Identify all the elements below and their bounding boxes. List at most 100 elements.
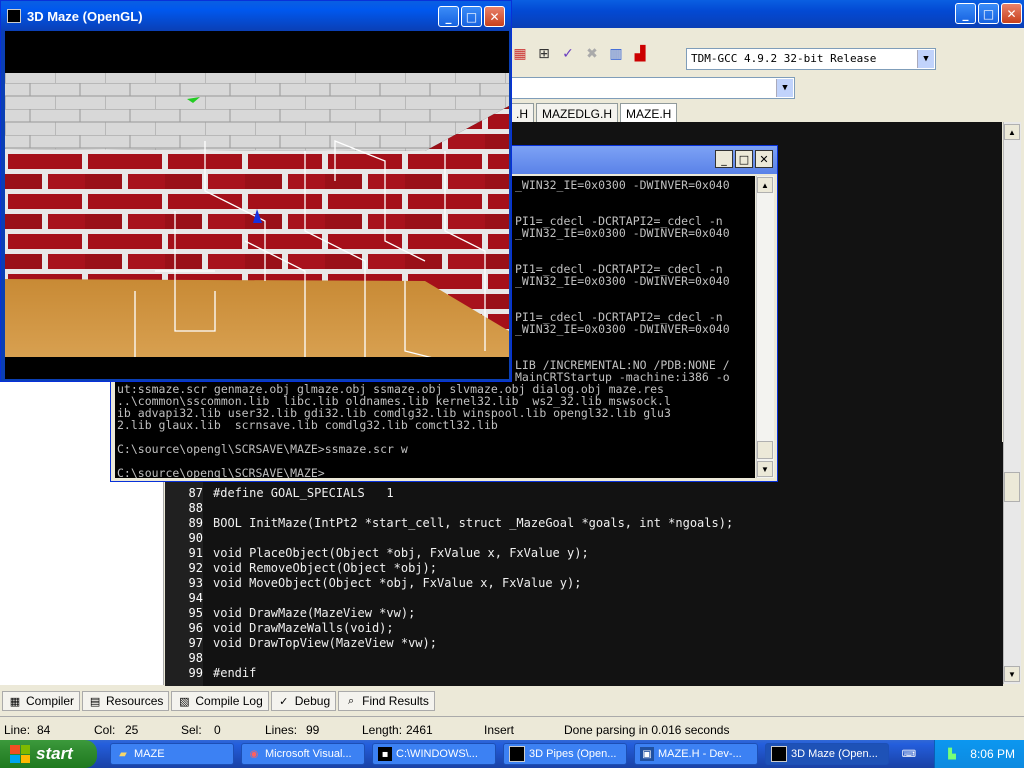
taskbar-item-console[interactable]: ▪ C:\WINDOWS\... <box>372 743 496 765</box>
ide-close-button[interactable]: ✕ <box>1001 3 1022 24</box>
maze-close-button[interactable]: ✕ <box>484 6 505 27</box>
line-number: 95 <box>165 606 203 621</box>
tab-debug[interactable]: ✓ Debug <box>270 691 337 711</box>
compiler-select-value: TDM-GCC 4.9.2 32-bit Release <box>691 52 877 65</box>
compiler-select[interactable]: TDM-GCC 4.9.2 32-bit Release ▼ <box>686 48 936 70</box>
status-sel-label: Sel: <box>181 723 202 737</box>
maze-maximize-button[interactable]: □ <box>461 6 482 27</box>
dev-cpp-icon: ▣ <box>640 747 654 761</box>
code-text: #define GOAL_SPECIALS 1 <box>213 486 394 500</box>
tab-mazedlg-h[interactable]: MAZEDLG.H <box>536 103 619 124</box>
ide-minimize-button[interactable]: _ <box>955 3 976 24</box>
chevron-down-icon[interactable]: ▼ <box>776 79 793 97</box>
maze-window-controls: _ □ ✕ <box>438 6 505 27</box>
folder-icon: ▰ <box>119 748 127 760</box>
resources-icon: ▤ <box>89 694 101 708</box>
taskbar-item-label: C:\WINDOWS\... <box>396 748 478 760</box>
profile-icon[interactable]: ▟ <box>630 44 650 64</box>
opengl-app-icon <box>7 9 21 23</box>
status-mode: Insert <box>484 723 515 737</box>
line-number: 89 <box>165 516 203 531</box>
taskbar-item-visual-studio[interactable]: ◉ Microsoft Visual... <box>241 743 365 765</box>
tab-resources[interactable]: ▤ Resources <box>82 691 170 711</box>
clock[interactable]: 8:06 PM <box>970 747 1015 761</box>
keyboard-icon[interactable]: ⌨ <box>902 747 916 761</box>
network-icon[interactable]: ▙ <box>945 747 959 761</box>
maze-window[interactable]: 3D Maze (OpenGL) _ □ ✕ <box>0 0 512 382</box>
ceiling <box>5 73 509 151</box>
console-line: _WIN32_IE=0x0300 -DWINVER=0x040 <box>515 178 730 192</box>
cross-icon[interactable]: ✖ <box>582 44 602 64</box>
maze-minimize-button[interactable]: _ <box>438 6 459 27</box>
taskbar-item-dev-cpp[interactable]: ▣ MAZE.H - Dev-... <box>634 743 758 765</box>
code-text: void RemoveObject(Object *obj); <box>213 561 437 575</box>
console-prompt: C:\source\opengl\SCRSAVE\MAZE> <box>117 466 325 478</box>
ide-toolbar: ▦ ⊞ ✓ ✖ ▥ ▟ <box>510 44 650 64</box>
tab-label: Compile Log <box>195 694 263 708</box>
opengl-icon <box>509 746 525 762</box>
check-icon[interactable]: ✓ <box>558 44 578 64</box>
bottom-black-bar <box>5 357 509 379</box>
code-editor[interactable]: 87 #define GOAL_SPECIALS 1 88 89 BOOL Init… <box>165 454 1003 686</box>
tab-maze-h[interactable]: MAZE.H <box>620 103 678 124</box>
scroll-down-icon[interactable]: ▼ <box>757 461 773 477</box>
line-number: 90 <box>165 531 203 546</box>
line-number: 97 <box>165 636 203 651</box>
maze-title-bar[interactable]: 3D Maze (OpenGL) _ □ ✕ <box>1 1 511 31</box>
console-line: _WIN32_IE=0x0300 -DWINVER=0x040 <box>515 322 730 336</box>
tab-h[interactable]: .H <box>510 103 534 124</box>
scroll-up-icon[interactable]: ▲ <box>757 177 773 193</box>
scroll-thumb[interactable] <box>1004 472 1020 502</box>
compile-log-icon: ▧ <box>179 694 190 708</box>
console-close-button[interactable]: ✕ <box>755 150 773 168</box>
taskbar-item-label: MAZE.H - Dev-... <box>658 748 742 760</box>
console-line: _WIN32_IE=0x0300 -DWINVER=0x040 <box>515 226 730 240</box>
line-number: 88 <box>165 501 203 516</box>
grid-icon[interactable]: ⊞ <box>534 44 554 64</box>
tab-compiler[interactable]: ▦ Compiler <box>2 691 81 711</box>
status-line-label: Line: <box>4 723 31 737</box>
taskbar-item-label: MAZE <box>134 748 165 760</box>
taskbar-item-3d-pipes[interactable]: 3D Pipes (Open... <box>503 743 627 765</box>
scroll-down-icon[interactable]: ▼ <box>1004 666 1020 682</box>
status-length-value: 2461 <box>406 723 433 737</box>
console-minimize-button[interactable]: _ <box>715 150 733 168</box>
chevron-down-icon[interactable]: ▼ <box>917 50 934 68</box>
scroll-thumb[interactable] <box>757 441 773 459</box>
opengl-icon <box>771 746 787 762</box>
maze-window-title: 3D Maze (OpenGL) <box>27 9 143 24</box>
tab-compile-log[interactable]: ▧ Compile Log <box>171 691 269 711</box>
editor-tabs: .H MAZEDLG.H MAZE.H <box>510 103 679 124</box>
editor-area-strip <box>775 442 1003 454</box>
status-length-label: Length: <box>362 723 403 737</box>
taskbar: start ▰ MAZE ◉ Microsoft Visual... ▪ C:\… <box>0 740 1024 768</box>
function-select[interactable]: ▼ <box>510 77 795 99</box>
taskbar-item-3d-maze[interactable]: 3D Maze (Open... <box>765 743 889 765</box>
maze-scene <box>5 31 509 379</box>
ide-maximize-button[interactable]: □ <box>978 3 999 24</box>
taskbar-item-label: 3D Pipes (Open... <box>529 748 617 760</box>
status-message: Done parsing in 0.016 seconds <box>564 723 730 737</box>
status-line-value: 84 <box>37 723 51 737</box>
console-maximize-button[interactable]: □ <box>735 150 753 168</box>
find-results-icon: ⌕ <box>348 694 355 707</box>
debug-icon: ✓ <box>279 694 289 708</box>
console-line: C:\source\opengl\SCRSAVE\MAZE>ssmaze.scr… <box>117 442 408 456</box>
floor <box>5 279 509 357</box>
status-col-value: 25 <box>125 723 139 737</box>
console-line: 2.lib glaux.lib scrnsave.lib comdlg32.li… <box>117 418 498 432</box>
tab-find-results[interactable]: ⌕ Find Results <box>338 691 435 711</box>
code-text: void MoveObject(Object *obj, FxValue x, … <box>213 576 582 590</box>
taskbar-item-maze-folder[interactable]: ▰ MAZE <box>110 743 234 765</box>
chart-icon[interactable]: ▥ <box>606 44 626 64</box>
line-number: 92 <box>165 561 203 576</box>
tile-windows-icon[interactable]: ▦ <box>510 44 530 64</box>
start-button[interactable]: start <box>0 740 97 768</box>
tab-label: Debug <box>294 694 331 708</box>
maze-render-view[interactable] <box>5 31 509 379</box>
editor-scrollbar[interactable]: ▲ ▼ <box>1003 122 1021 684</box>
scroll-up-icon[interactable]: ▲ <box>1004 124 1020 140</box>
console-scrollbar[interactable]: ▲ ▼ <box>756 176 774 478</box>
tab-label: Compiler <box>26 694 75 708</box>
console-icon: ▪ <box>378 747 392 761</box>
